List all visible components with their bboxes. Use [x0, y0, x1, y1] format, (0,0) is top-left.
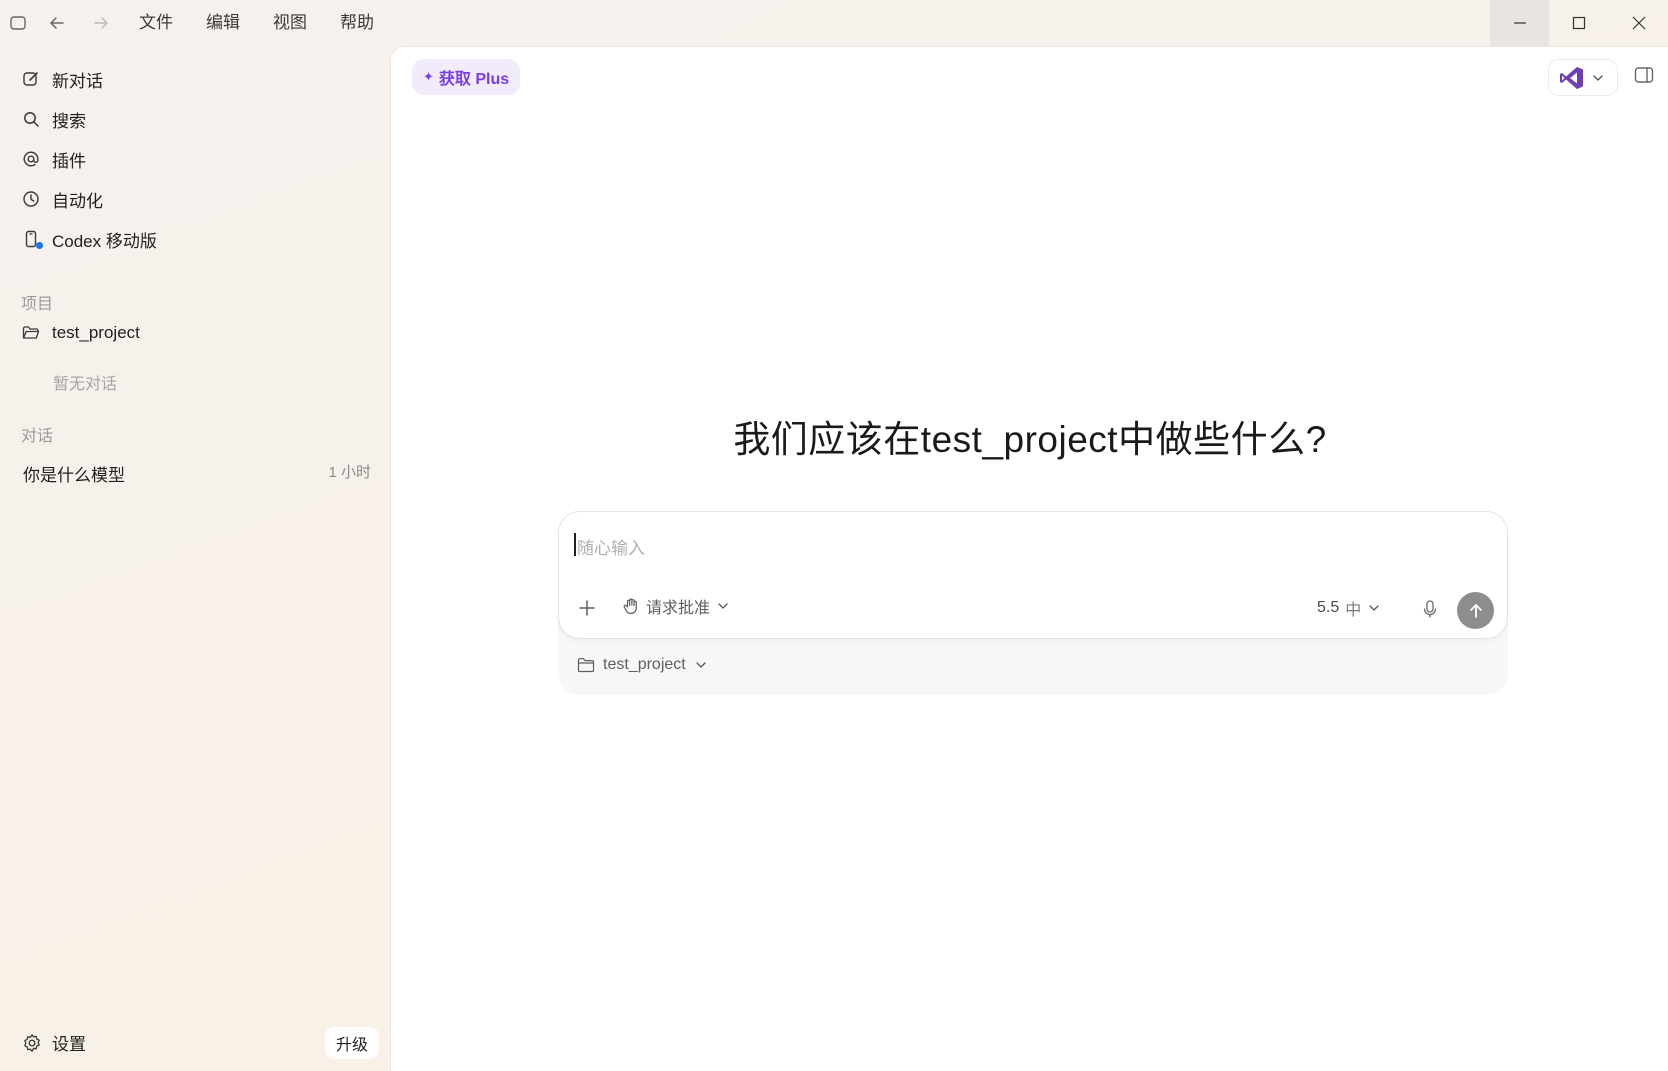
send-button[interactable]	[1457, 592, 1494, 629]
chevron-down-icon	[696, 662, 706, 668]
folder-open-icon	[20, 322, 42, 344]
close-icon	[1632, 16, 1645, 30]
conversation-item[interactable]: 你是什么模型 1 小时	[23, 461, 371, 486]
arrow-up-icon	[1469, 603, 1482, 618]
sidebar-item-label: 新对话	[52, 71, 103, 91]
minimize-button[interactable]	[1490, 0, 1549, 46]
title-bar: 文件 编辑 视图 帮助	[0, 0, 1668, 46]
model-effort: 中	[1345, 602, 1362, 619]
message-composer[interactable]: 随心输入 请求批准 5.5 中	[558, 511, 1508, 639]
conversations-section-label: 对话	[21, 428, 54, 445]
maximize-button[interactable]	[1549, 0, 1608, 46]
composer-container: 随心输入 请求批准 5.5 中 test_project	[558, 511, 1508, 695]
approval-mode-label: 请求批准	[646, 600, 711, 617]
page-title: 我们应该在test_project中做些什么?	[733, 419, 1327, 460]
project-folder-selector[interactable]: test_project	[577, 656, 708, 674]
chevron-down-icon	[1593, 74, 1603, 81]
model-selector[interactable]: 5.5 中	[1317, 596, 1381, 620]
gear-icon	[22, 1033, 42, 1053]
sidebar-item-label: 自动化	[52, 191, 103, 211]
model-version: 5.5	[1317, 599, 1340, 616]
settings-label: 设置	[52, 1035, 86, 1054]
main-panel: ✦ 获取 Plus 我们应该在test_project中做些什么? 随心输入 请…	[390, 46, 1668, 1071]
text-caret	[574, 533, 576, 556]
projects-section-label: 项目	[21, 296, 54, 313]
sidebar-item-label: 插件	[52, 151, 86, 171]
sidebar-toggle-icon[interactable]	[6, 11, 30, 35]
menu-help[interactable]: 帮助	[340, 12, 374, 34]
visual-studio-icon	[1560, 66, 1583, 89]
clock-icon	[20, 188, 42, 210]
sparkle-icon: ✦	[423, 69, 434, 84]
project-name: test_project	[52, 323, 140, 342]
hand-icon	[623, 598, 637, 615]
folder-icon	[577, 658, 595, 673]
maximize-icon	[1572, 16, 1585, 30]
upgrade-button[interactable]: 升级	[325, 1027, 379, 1059]
sidebar: 新对话 搜索 插件 自动化 Codex 移动版 项目 test_project …	[0, 46, 390, 1071]
menu-file[interactable]: 文件	[139, 12, 173, 34]
at-sign-icon	[20, 148, 42, 170]
sidebar-item-automation[interactable]: 自动化	[20, 182, 103, 216]
sidebar-item-label: Codex 移动版	[52, 231, 157, 251]
sidebar-item-codex-mobile[interactable]: Codex 移动版	[20, 222, 157, 256]
open-in-editor-dropdown[interactable]	[1548, 59, 1618, 96]
sidebar-item-new-chat[interactable]: 新对话	[20, 62, 103, 96]
mobile-phone-icon	[20, 228, 43, 250]
menu-edit[interactable]: 编辑	[206, 12, 240, 34]
get-plus-label: 获取 Plus	[438, 71, 510, 88]
menu-view[interactable]: 视图	[273, 12, 307, 34]
back-arrow-icon[interactable]	[45, 11, 69, 35]
sidebar-item-search[interactable]: 搜索	[20, 102, 86, 136]
message-input[interactable]: 随心输入	[577, 534, 645, 559]
sidebar-item-plugins[interactable]: 插件	[20, 142, 86, 176]
microphone-icon[interactable]	[1421, 599, 1439, 619]
close-button[interactable]	[1609, 0, 1668, 46]
chevron-down-icon	[1369, 605, 1379, 611]
right-panel-toggle-icon[interactable]	[1634, 66, 1654, 84]
conversation-title: 你是什么模型	[23, 466, 125, 485]
edit-icon	[20, 68, 42, 90]
approval-mode-dropdown[interactable]: 请求批准	[622, 594, 730, 618]
project-folder-label: test_project	[603, 656, 686, 673]
sidebar-item-label: 搜索	[52, 111, 86, 131]
forward-arrow-icon[interactable]	[89, 11, 113, 35]
project-item-test-project[interactable]: test_project	[20, 316, 140, 350]
conversation-time: 1 小时	[328, 464, 371, 481]
search-icon	[20, 108, 42, 130]
get-plus-button[interactable]: ✦ 获取 Plus	[412, 59, 521, 95]
notification-dot	[36, 242, 43, 249]
settings-button[interactable]: 设置	[22, 1030, 86, 1055]
minimize-icon	[1513, 22, 1526, 24]
chevron-down-icon	[718, 603, 728, 609]
add-attachment-icon[interactable]	[577, 598, 597, 618]
project-empty-note: 暂无对话	[53, 376, 118, 393]
